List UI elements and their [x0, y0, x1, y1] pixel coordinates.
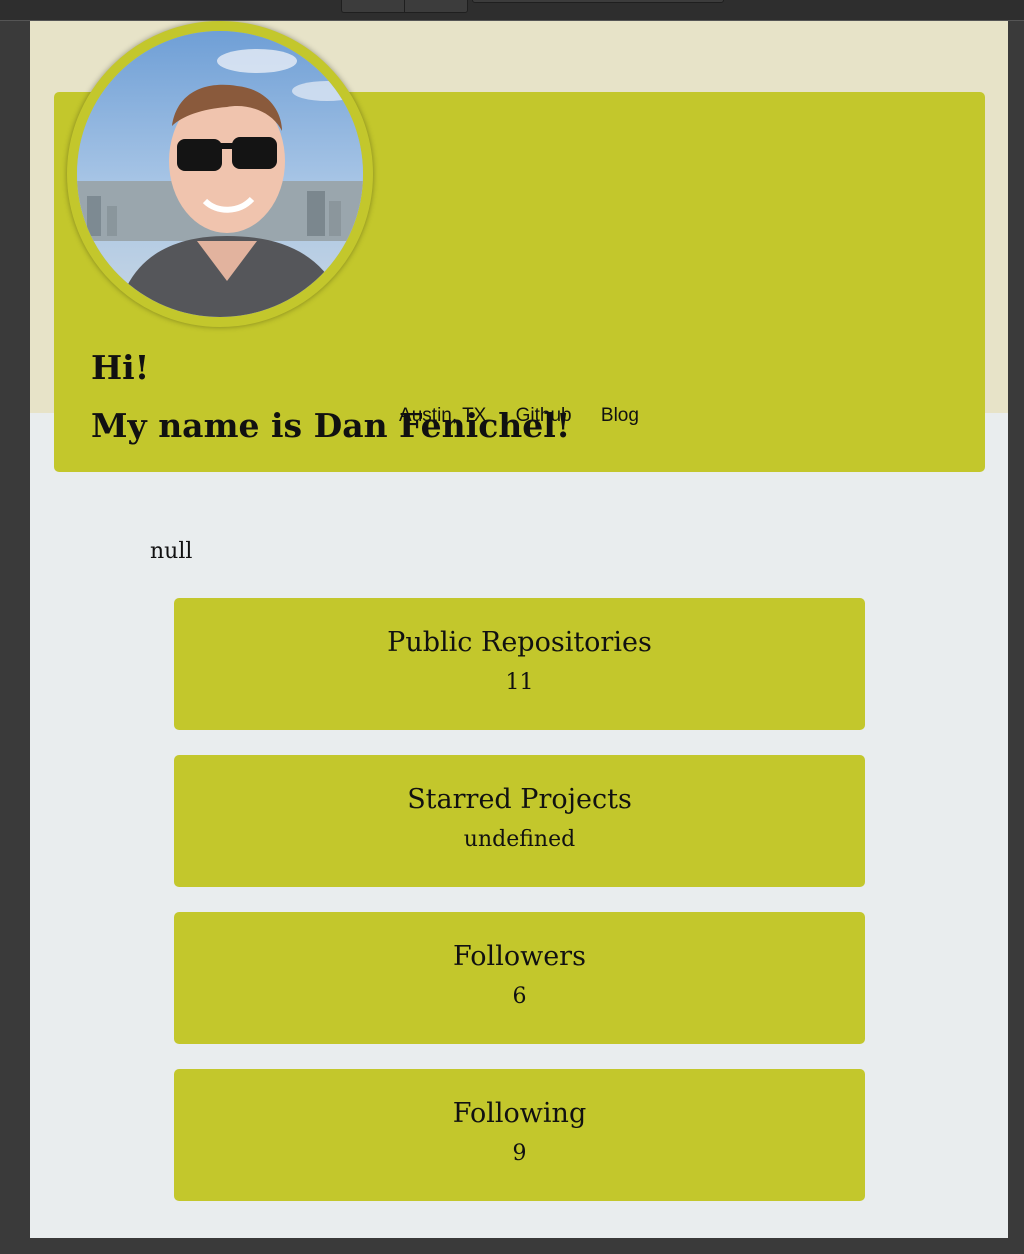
stat-value: undefined — [463, 827, 576, 852]
stat-card-public-repositories: Public Repositories 11 — [174, 598, 865, 730]
stat-value: 9 — [512, 1141, 527, 1166]
stat-card-followers: Followers 6 — [174, 912, 865, 1044]
avatar — [67, 21, 373, 327]
stat-card-following: Following 9 — [174, 1069, 865, 1201]
blog-link[interactable]: Blog — [601, 405, 639, 427]
stat-value: 6 — [512, 984, 527, 1009]
stat-value: 11 — [505, 670, 534, 695]
address-bar[interactable] — [472, 0, 724, 3]
greeting-hi: Hi! — [91, 348, 150, 387]
stat-card-starred-projects: Starred Projects undefined — [174, 755, 865, 887]
back-button[interactable] — [341, 0, 404, 13]
stat-title: Public Repositories — [387, 627, 652, 658]
bio-text: null — [150, 539, 193, 564]
location-link[interactable]: Austin, TX — [399, 405, 486, 427]
greeting-heading: Hi! My name is Dan Fenichel! — [91, 339, 570, 455]
github-link[interactable]: Github — [516, 405, 572, 427]
forward-button[interactable] — [404, 0, 468, 13]
browser-toolbar — [0, 0, 1024, 21]
stat-title: Starred Projects — [407, 784, 632, 815]
profile-links: Austin, TX Github Blog — [30, 405, 1008, 427]
stat-title: Following — [452, 1098, 587, 1129]
avatar-photo — [77, 31, 363, 317]
stats-list: Public Repositories 11 Starred Projects … — [174, 598, 865, 1226]
stat-title: Followers — [453, 941, 586, 972]
page-viewport: Hi! My name is Dan Fenichel! Austin, TX … — [30, 21, 1008, 1238]
